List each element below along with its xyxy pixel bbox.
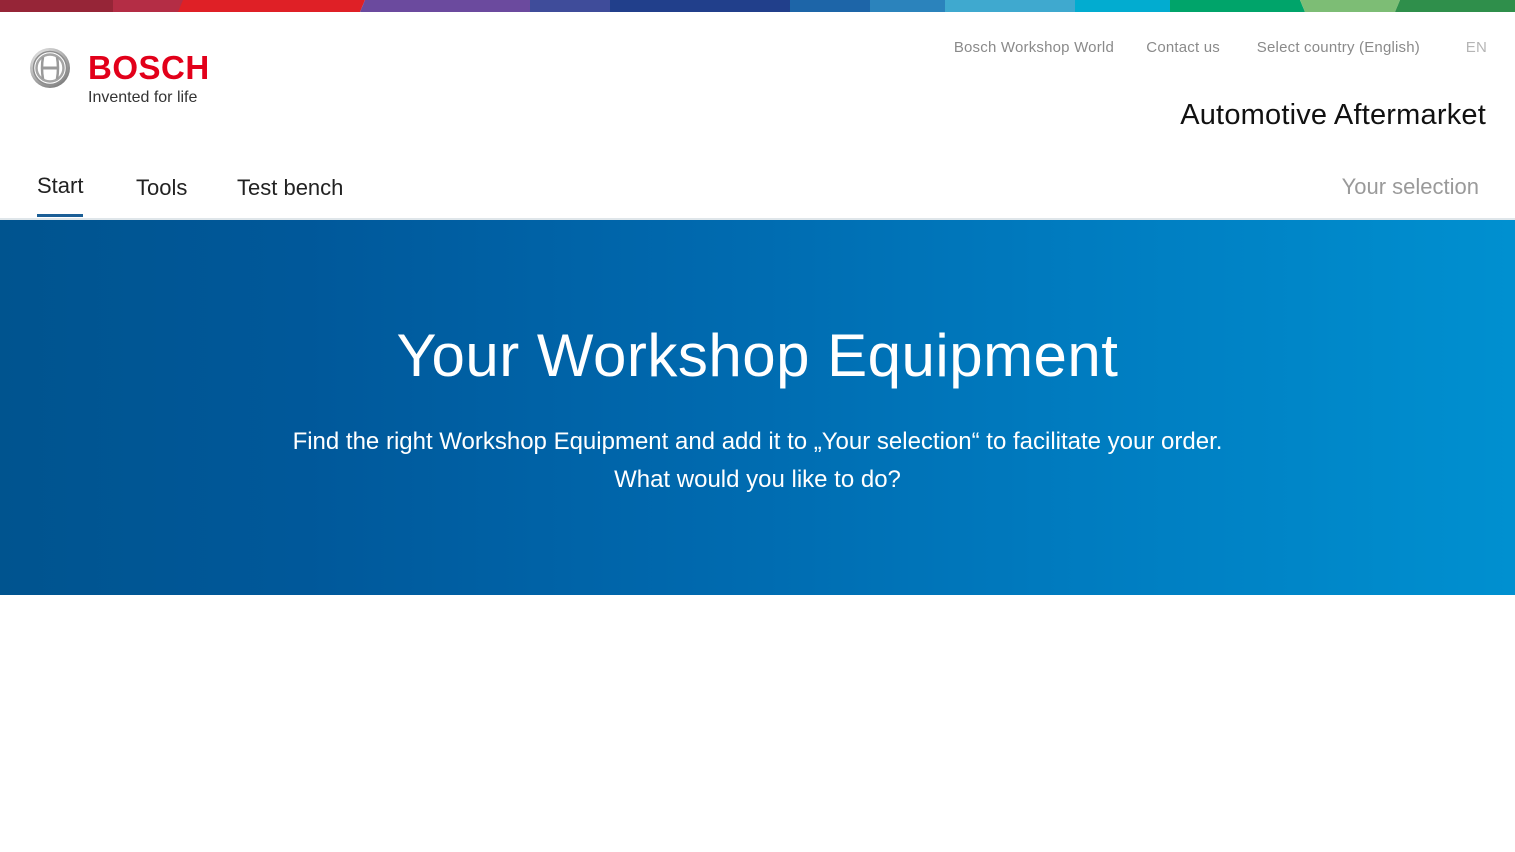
bosch-logo-link[interactable]: BOSCH Invented for life xyxy=(29,47,219,109)
color-strip-segment xyxy=(790,0,870,12)
color-strip-segment xyxy=(1395,0,1515,12)
brand-color-strip xyxy=(0,0,1515,12)
division-title: Automotive Aftermarket xyxy=(1180,99,1486,131)
hero-lead-line-2: What would you like to do? xyxy=(614,466,901,493)
bosch-tagline: Invented for life xyxy=(88,89,198,106)
color-strip-segment xyxy=(1075,0,1170,12)
hero-lead-text: Find the right Workshop Equipment and ad… xyxy=(0,423,1515,499)
color-strip-segment xyxy=(0,0,113,12)
bosch-armature-icon xyxy=(30,48,70,88)
tab-tools[interactable]: Tools xyxy=(136,172,187,204)
color-strip-segment xyxy=(610,0,790,12)
main-navigation: Start Tools Test bench xyxy=(0,170,1515,218)
language-switch-link[interactable]: EN xyxy=(1466,38,1487,58)
your-selection-link[interactable]: Your selection xyxy=(1342,172,1479,202)
bosch-wordmark: BOSCH xyxy=(88,49,210,86)
color-strip-segment xyxy=(113,0,183,12)
color-strip-segment xyxy=(178,0,365,12)
color-strip-segment xyxy=(530,0,610,12)
bosch-workshop-world-link[interactable]: Bosch Workshop World xyxy=(954,38,1114,58)
tab-test-bench[interactable]: Test bench xyxy=(237,172,343,204)
hero-banner: Your Workshop Equipment Find the right W… xyxy=(0,220,1515,595)
color-strip-segment xyxy=(360,0,530,12)
color-strip-segment xyxy=(870,0,945,12)
contact-us-link[interactable]: Contact us xyxy=(1146,38,1220,58)
hero-title: Your Workshop Equipment xyxy=(396,322,1119,389)
hero-lead-line-1: Find the right Workshop Equipment and ad… xyxy=(292,428,1223,455)
select-country-link[interactable]: Select country (English) xyxy=(1257,38,1420,58)
color-strip-segment xyxy=(1170,0,1305,12)
color-strip-graphic xyxy=(0,0,1515,12)
color-strip-segment xyxy=(1300,0,1400,12)
color-strip-segment xyxy=(945,0,1075,12)
tab-start[interactable]: Start xyxy=(37,170,84,217)
